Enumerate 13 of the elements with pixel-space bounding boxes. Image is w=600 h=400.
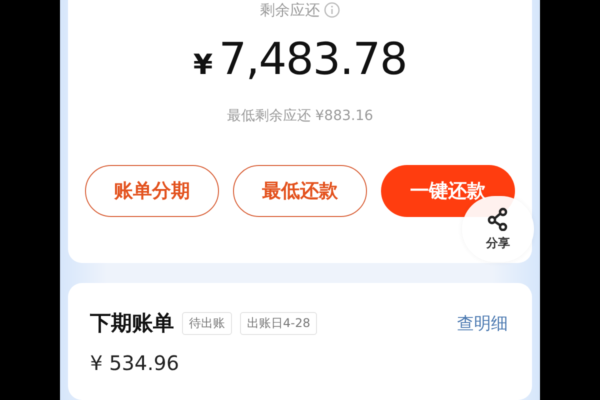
action-button[interactable]: 最低还款	[233, 165, 367, 217]
balance-label: 剩余应还	[260, 2, 320, 18]
next-bill-amount: ¥ 534.96	[90, 351, 180, 375]
action-button[interactable]: 账单分期	[85, 165, 219, 217]
next-bill-title: 下期账单	[90, 310, 174, 337]
details-link[interactable]: 查明细	[457, 312, 508, 334]
minimum-payment: 最低剩余应还 ¥883.16	[226, 107, 374, 125]
currency-symbol: ¥	[193, 48, 213, 81]
share-icon	[486, 206, 510, 230]
balance-amount: 7,483.78	[218, 34, 407, 85]
info-icon[interactable]	[324, 2, 340, 18]
status-tag: 出账日4-28	[240, 312, 318, 334]
status-tag: 待出账	[182, 312, 232, 334]
